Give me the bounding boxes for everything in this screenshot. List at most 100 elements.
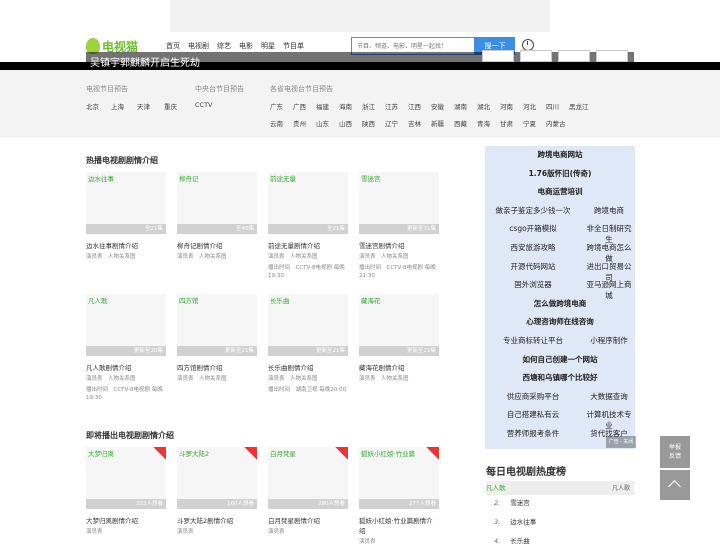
drama-poster[interactable]: 柳舟记 全40集 [177, 172, 257, 234]
sidebar-link[interactable]: 如何自己创建一个网站 [485, 354, 635, 365]
sidebar-link[interactable]: 营养师报考条件 [485, 428, 581, 439]
sidebar-link[interactable]: 心理咨询师在线咨询 [485, 316, 635, 327]
province-link[interactable]: 江西 [408, 101, 421, 111]
province-link[interactable]: 江苏 [385, 101, 398, 111]
sidebar-link[interactable]: 小程序制作 [583, 335, 635, 346]
province-link[interactable]: 湖南 [454, 101, 467, 111]
drama-title-link[interactable]: 柳舟记剧情介绍 [177, 240, 257, 250]
drama-card[interactable]: 柳舟记 全40集柳舟记剧情介绍 演员表 人物关系图 [177, 172, 257, 261]
drama-card[interactable]: 边水往事 全21集边水往事剧情介绍 演员表 人物关系图 [86, 172, 166, 261]
sidebar-link[interactable]: 1.76版怀旧(传奇) [485, 168, 635, 179]
drama-card[interactable]: 雪迷宫 更新至31集 雪迷宫剧情介绍 演员表 人物关系图 播出时间 CCTV-8电视剧 … [359, 172, 439, 280]
province-link[interactable]: 辽宁 [385, 118, 398, 128]
sidebar-link[interactable]: 西安旅游攻略 [485, 242, 581, 253]
ranking-item[interactable]: 3. 边水往事 [494, 516, 536, 526]
ranking-item[interactable]: 4. 长乐曲 [494, 535, 530, 545]
drama-sublinks[interactable]: 演员表 人物关系图 [359, 253, 439, 261]
sidebar-link[interactable]: 怎么做跨境电商 [485, 298, 635, 309]
province-link[interactable]: 四川 [546, 101, 559, 111]
ad-close-label[interactable]: 广告 · 关闭 [606, 436, 636, 448]
drama-card[interactable]: 大梦归离 222人想看大梦归离剧情介绍 演员表 [86, 447, 166, 536]
drama-sublinks[interactable]: 演员表 人物关系图 [177, 253, 257, 261]
banner-thumb[interactable] [596, 50, 628, 62]
drama-card[interactable]: 斗罗大陆2 160人想看斗罗大陆2剧情介绍 演员表 [177, 447, 257, 536]
drama-title-link[interactable]: 四方馆剧情介绍 [177, 362, 257, 372]
drama-title-link[interactable]: 前途无量剧情介绍 [268, 240, 348, 250]
drama-poster[interactable]: 狐妖小红娘·竹业篇 277人想看 [359, 447, 439, 509]
drama-poster[interactable]: 前途无量 全21集 [268, 172, 348, 234]
drama-poster[interactable]: 边水往事 全21集 [86, 172, 166, 234]
city-link[interactable]: 重庆 [164, 101, 177, 111]
drama-sublinks[interactable]: 演员表 人物关系图 [86, 375, 166, 383]
sidebar-link[interactable]: 跨境电商网站 [485, 149, 635, 160]
sidebar-link[interactable]: 跨境电商 [583, 205, 635, 216]
sidebar-link[interactable]: 做亲子鉴定多少钱一次 [485, 205, 581, 216]
drama-title-link[interactable]: 狐妖小红娘·竹业篇剧情介绍 [359, 515, 439, 535]
drama-poster[interactable]: 斗罗大陆2 160人想看 [177, 447, 257, 509]
drama-poster[interactable]: 大梦归离 222人想看 [86, 447, 166, 509]
sidebar-link[interactable]: 自己搭建私有云 [485, 409, 581, 420]
drama-card[interactable]: 凡人歌 更新至20集 凡人歌剧情介绍 演员表 人物关系图 播出时间 CCTV-8电视剧 … [86, 294, 166, 402]
drama-poster[interactable]: 雪迷宫 更新至31集 [359, 172, 439, 234]
drama-poster[interactable]: 凡人歌 更新至20集 [86, 294, 166, 356]
province-link[interactable]: 云南 [270, 118, 283, 128]
sidebar-link[interactable]: 供应商采购平台 [485, 391, 581, 402]
feedback-button[interactable]: 举报 反馈 [660, 436, 690, 468]
drama-title-link[interactable]: 藏海花剧情介绍 [359, 362, 439, 372]
sidebar-link[interactable]: 开源代码网站 [485, 261, 581, 272]
province-link[interactable]: 内蒙古 [546, 118, 566, 128]
province-link[interactable]: 宁夏 [523, 118, 536, 128]
sidebar-link[interactable]: 电商运营培训 [485, 186, 635, 197]
province-link[interactable]: 新疆 [431, 118, 444, 128]
province-link[interactable]: 甘肃 [500, 118, 513, 128]
province-link[interactable]: 陕西 [362, 118, 375, 128]
drama-title-link[interactable]: 长乐曲剧情介绍 [268, 362, 348, 372]
city-link[interactable]: 天津 [137, 101, 150, 111]
drama-poster[interactable]: 白月梵星 280人想看 [268, 447, 348, 509]
banner-thumb[interactable] [520, 50, 552, 62]
banner-thumb[interactable] [558, 50, 590, 62]
province-link[interactable]: 广东 [270, 101, 283, 111]
drama-sublinks[interactable]: 演员表 [359, 538, 439, 546]
drama-card[interactable]: 白月梵星 280人想看 白月梵星剧情介绍 演员表 [268, 447, 348, 536]
sidebar-link[interactable]: 国外浏览器 [485, 279, 581, 290]
province-link[interactable]: 青海 [477, 118, 490, 128]
sidebar-link[interactable]: csgo开箱模拟 [485, 223, 581, 234]
drama-sublinks[interactable]: 演员表 人物关系图 [268, 375, 348, 383]
drama-sublinks[interactable]: 演员表 [86, 528, 166, 536]
sidebar-link[interactable]: 西塘和乌镇哪个比较好 [485, 372, 635, 383]
drama-card[interactable]: 藏海花 更新至21集 藏海花剧情介绍 演员表 人物关系图 [359, 294, 439, 383]
drama-title-link[interactable]: 雪迷宫剧情介绍 [359, 240, 439, 250]
drama-card[interactable]: 长乐曲 更新至21集 长乐曲剧情介绍 演员表 人物关系图 播出时间 湖南卫视 每晚20:… [268, 294, 348, 394]
province-link[interactable]: 福建 [316, 101, 329, 111]
drama-sublinks[interactable]: 演员表 [268, 528, 348, 536]
drama-title-link[interactable]: 凡人歌剧情介绍 [86, 362, 166, 372]
province-link[interactable]: 海南 [339, 101, 352, 111]
drama-poster[interactable]: 长乐曲 更新至21集 [268, 294, 348, 356]
province-link[interactable]: 西藏 [454, 118, 467, 128]
province-link[interactable]: 安徽 [431, 101, 444, 111]
drama-card[interactable]: 四方馆 更新至21集 四方馆剧情介绍 演员表 人物关系图 [177, 294, 257, 383]
city-link[interactable]: 上海 [111, 101, 124, 111]
province-link[interactable]: 浙江 [362, 101, 375, 111]
city-link[interactable]: 北京 [86, 101, 99, 111]
province-link[interactable]: 吉林 [408, 118, 421, 128]
province-link[interactable]: 黑龙江 [569, 101, 589, 111]
sidebar-link[interactable]: 大数据查询 [583, 391, 635, 402]
drama-card[interactable]: 前途无量 全21集 前途无量剧情介绍 演员表 人物关系图 播出时间 CCTV-8电视剧 … [268, 172, 348, 280]
drama-title-link[interactable]: 边水往事剧情介绍 [86, 240, 166, 250]
ranking-top-item[interactable]: 凡人歌 凡人歌 [486, 481, 634, 495]
drama-sublinks[interactable]: 演员表 人物关系图 [86, 253, 166, 261]
top-ad-banner[interactable] [170, 0, 550, 32]
province-link[interactable]: 河北 [523, 101, 536, 111]
drama-title-link[interactable]: 大梦归离剧情介绍 [86, 515, 166, 525]
province-link[interactable]: 山西 [339, 118, 352, 128]
drama-sublinks[interactable]: 演员表 [177, 528, 257, 536]
drama-poster[interactable]: 四方馆 更新至21集 [177, 294, 257, 356]
banner-thumb[interactable] [482, 50, 514, 62]
ranking-item[interactable]: 2. 雪迷宫 [494, 497, 530, 507]
province-link[interactable]: 湖北 [477, 101, 490, 111]
drama-sublinks[interactable]: 演员表 人物关系图 [359, 375, 439, 383]
drama-title-link[interactable]: 斗罗大陆2剧情介绍 [177, 515, 257, 525]
province-link[interactable]: 河南 [500, 101, 513, 111]
